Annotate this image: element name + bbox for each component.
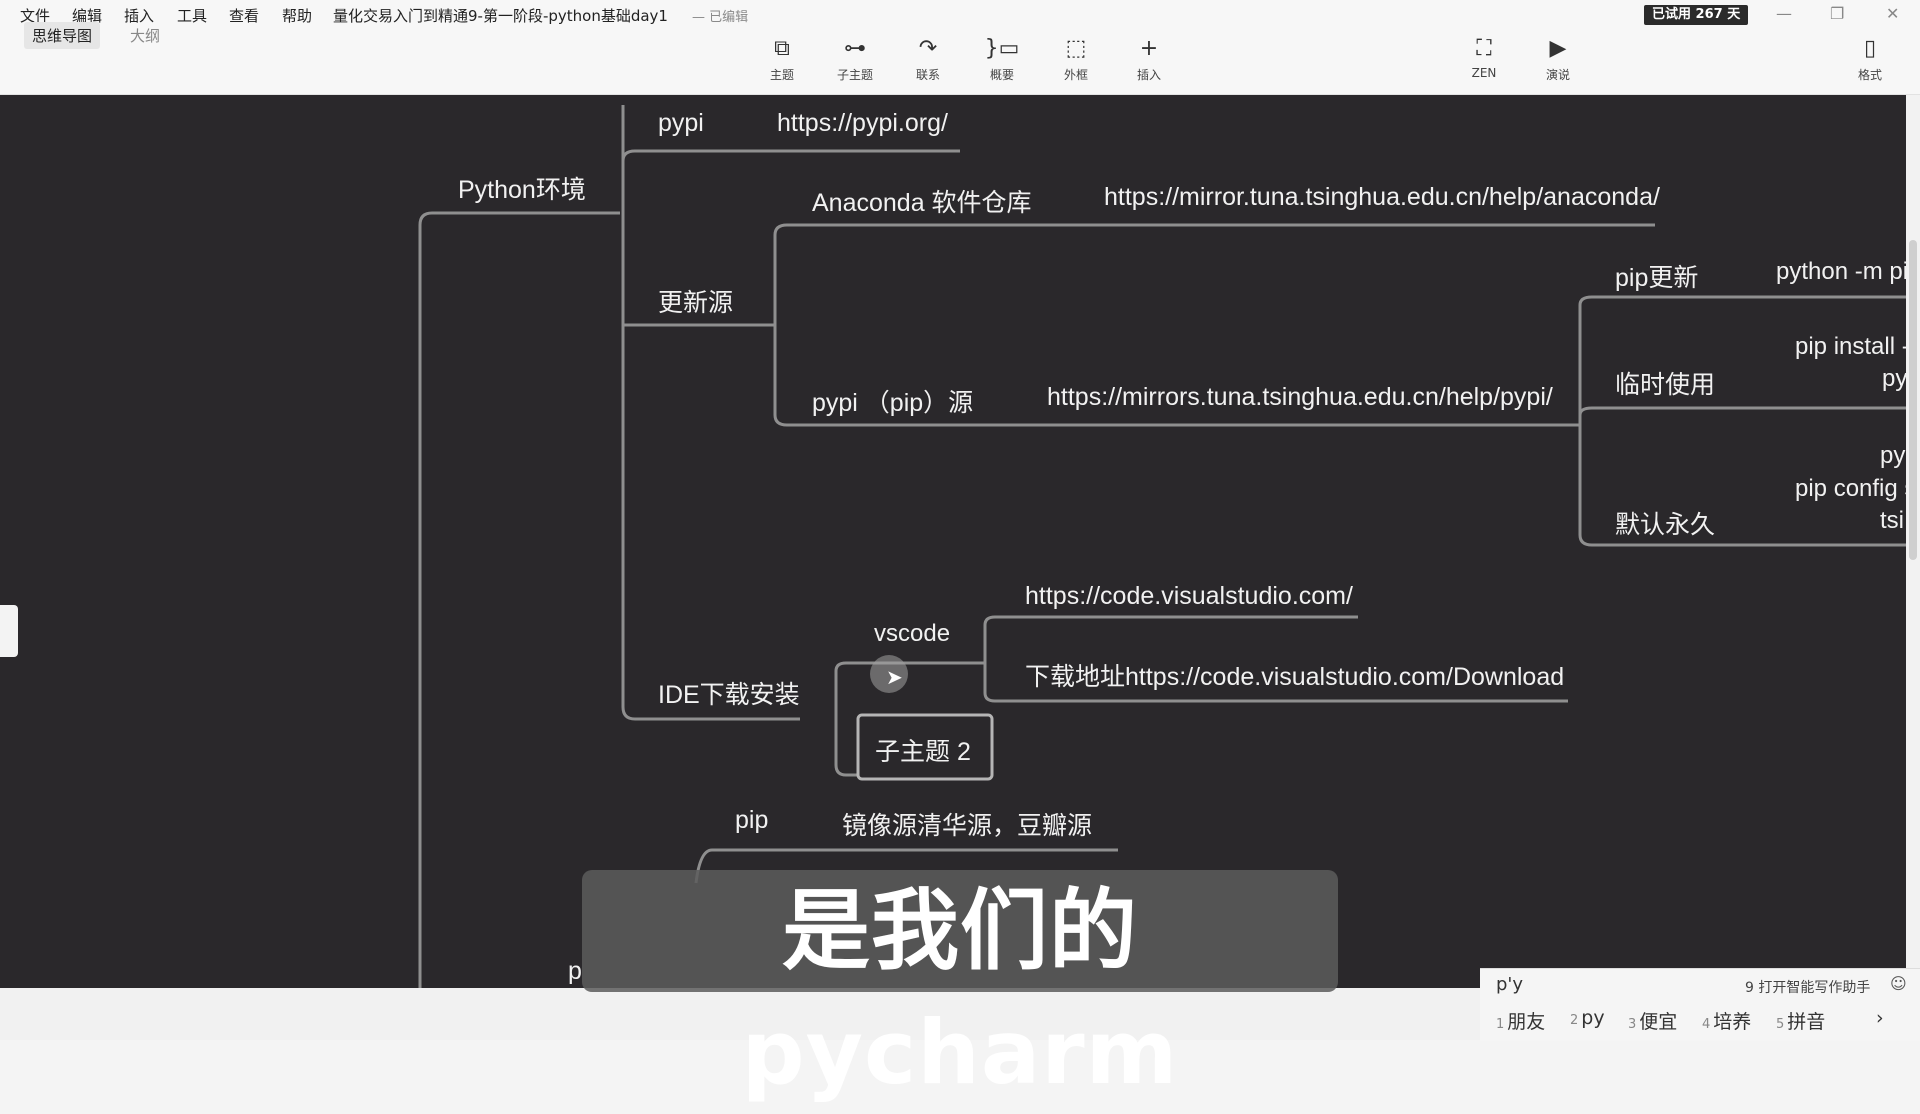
presentation-label: 演说 [1545, 68, 1570, 82]
ime-next-page-icon[interactable]: › [1876, 1007, 1884, 1029]
topic-button[interactable]: ⧉ 主题 [752, 36, 812, 83]
toolbar [0, 28, 1920, 95]
node-pypi-pip-source[interactable]: pypi （pip）源 [812, 383, 973, 419]
maximize-button[interactable]: ❐ [1830, 4, 1844, 23]
node-temp-use[interactable]: 临时使用 [1615, 365, 1715, 401]
node-perm-cmd-1[interactable]: py [1880, 442, 1905, 470]
node-temp-cmd-2[interactable]: py [1882, 365, 1906, 393]
minimize-button[interactable]: — [1776, 4, 1792, 23]
tab-mindmap[interactable]: 思维导图 [24, 22, 101, 49]
relationship-icon: ↷ [918, 36, 938, 61]
menu-tools[interactable]: 工具 [177, 5, 207, 26]
node-vscode-url[interactable]: https://code.visualstudio.com/ [1025, 582, 1353, 611]
mouse-cursor-icon: ➤ [886, 665, 903, 689]
ime-candidate-4[interactable]: 4 培养 [1702, 1007, 1751, 1034]
node-ide-install[interactable]: IDE下载安装 [658, 675, 800, 711]
sidebar-toggle-handle[interactable] [0, 605, 18, 657]
panel-icon: ▯ [1863, 36, 1877, 61]
panel-label: 格式 [1857, 68, 1882, 82]
document-status: — 已编辑 [692, 10, 749, 25]
topic-icon: ⧉ [774, 36, 790, 61]
ime-skin-icon[interactable]: ☺ [1890, 974, 1907, 993]
node-pypi-url[interactable]: https://pypi.org/ [777, 109, 948, 138]
zen-label: ZEN [1471, 66, 1497, 80]
subtopic-button[interactable]: ⊶ 子主题 [825, 36, 885, 83]
presentation-icon: ▶ [1549, 36, 1567, 61]
insert-icon: + [1139, 36, 1159, 61]
tab-outline[interactable]: 大纲 [122, 22, 168, 49]
menu-view[interactable]: 查看 [229, 5, 259, 26]
zen-icon: ⛶ [1476, 36, 1492, 61]
summary-label: 概要 [989, 68, 1014, 82]
node-pip[interactable]: pip [735, 806, 768, 835]
insert-button[interactable]: + 插入 [1119, 36, 1179, 83]
node-pypi-mirror-url[interactable]: https://mirrors.tuna.tsinghua.edu.cn/hel… [1047, 383, 1553, 412]
summary-button[interactable]: }▭ 概要 [972, 36, 1032, 83]
ime-assistant-link[interactable]: 9 打开智能写作助手 [1745, 977, 1870, 997]
document-title: 量化交易入门到精通9-第一阶段-python基础day1 [333, 7, 668, 25]
relationship-label: 联系 [915, 68, 940, 82]
ime-candidate-1[interactable]: 1 朋友 [1496, 1007, 1545, 1034]
node-anaconda-repo[interactable]: Anaconda 软件仓库 [812, 183, 1032, 219]
ime-candidate-2[interactable]: 2 py [1570, 1007, 1605, 1029]
format-panel-button[interactable]: ▯ 格式 [1840, 36, 1900, 83]
node-anaconda-url[interactable]: https://mirror.tuna.tsinghua.edu.cn/help… [1104, 183, 1660, 212]
node-vscode-download[interactable]: 下载地址https://code.visualstudio.com/Downlo… [1025, 657, 1564, 693]
summary-icon: }▭ [984, 36, 1020, 61]
boundary-icon: ⬚ [1065, 36, 1087, 61]
boundary-button[interactable]: ⬚ 外框 [1046, 36, 1106, 83]
insert-label: 插入 [1136, 68, 1161, 82]
node-python-env[interactable]: Python环境 [458, 170, 586, 206]
video-subtitle: 是我们的pycharm [741, 879, 1179, 1104]
subtopic-label: 子主题 [836, 68, 873, 82]
status-bar [0, 988, 1480, 1040]
trial-badge[interactable]: 已试用 267 天 [1644, 5, 1749, 25]
topic-label: 主题 [769, 68, 794, 82]
node-pip-update-cmd[interactable]: python -m pip [1776, 258, 1906, 286]
ime-candidate-5[interactable]: 5 拼音 [1776, 1007, 1825, 1034]
node-update-source[interactable]: 更新源 [658, 283, 733, 319]
ime-candidate-3[interactable]: 3 便宜 [1628, 1007, 1677, 1034]
node-pip-mirror[interactable]: 镜像源清华源，豆瓣源 [842, 806, 1092, 842]
relationship-button[interactable]: ↷ 联系 [898, 36, 958, 83]
zen-button[interactable]: ⛶ ZEN [1454, 36, 1514, 80]
boundary-label: 外框 [1063, 68, 1088, 82]
node-pypi[interactable]: pypi [658, 109, 704, 138]
node-subtopic-2[interactable]: 子主题 2 [875, 732, 971, 768]
node-perm-cmd-3[interactable]: tsi [1880, 507, 1904, 535]
connector-lines [418, 105, 1906, 988]
presentation-button[interactable]: ▶ 演说 [1528, 36, 1588, 83]
node-partial[interactable]: p [568, 957, 582, 986]
node-vscode[interactable]: vscode [874, 620, 950, 648]
scrollbar-thumb[interactable] [1909, 240, 1917, 560]
node-temp-cmd-1[interactable]: pip install - [1795, 333, 1906, 361]
node-perm-cmd-2[interactable]: pip config s [1795, 475, 1906, 503]
close-button[interactable]: ✕ [1886, 4, 1899, 23]
node-default-permanent[interactable]: 默认永久 [1615, 505, 1715, 541]
node-pip-update[interactable]: pip更新 [1615, 258, 1698, 294]
ime-composition-text: p'y [1496, 974, 1524, 995]
mindmap-canvas[interactable]: pypi https://pypi.org/ Python环境 Anaconda… [0, 95, 1906, 988]
menu-help[interactable]: 帮助 [282, 5, 312, 26]
subtopic-icon: ⊶ [844, 36, 866, 61]
